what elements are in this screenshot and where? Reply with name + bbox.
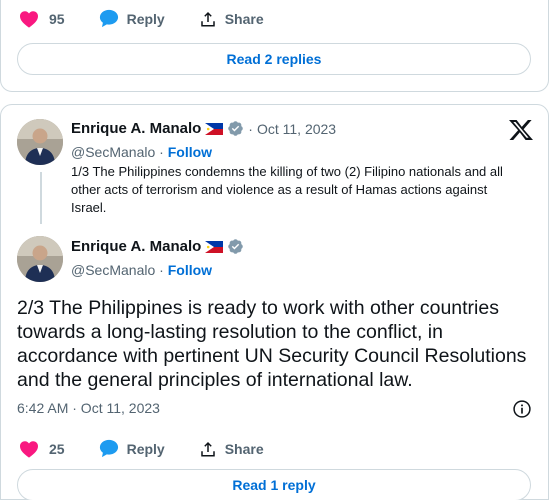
heart-icon xyxy=(20,10,38,28)
previous-tweet-actions: 95 Reply Share xyxy=(19,9,298,28)
like-button[interactable]: 95 xyxy=(19,10,65,28)
verified-badge-icon xyxy=(228,121,244,136)
main-author-row: Enrique A. Manalo xyxy=(71,238,244,255)
follow-button[interactable]: Follow xyxy=(168,262,212,278)
follow-button[interactable]: Follow xyxy=(168,144,212,160)
share-button[interactable]: Share xyxy=(199,10,264,28)
author-name[interactable]: Enrique A. Manalo xyxy=(71,238,201,255)
avatar-photo xyxy=(17,119,63,165)
author-handle[interactable]: @SecManalo xyxy=(71,144,155,160)
tweet-text: 2/3 The Philippines is ready to work wit… xyxy=(17,297,527,391)
avatar[interactable] xyxy=(17,119,63,165)
previous-tweet-card: 95 Reply Share Read 2 replies xyxy=(0,0,549,92)
verified-badge-icon xyxy=(228,239,244,254)
reply-button[interactable]: Reply xyxy=(99,9,165,28)
reply-label: Reply xyxy=(126,10,165,27)
author-handle[interactable]: @SecManalo xyxy=(71,262,155,278)
avatar[interactable] xyxy=(17,236,63,282)
heart-icon xyxy=(20,440,38,458)
philippines-flag-icon xyxy=(205,240,224,253)
author-name[interactable]: Enrique A. Manalo xyxy=(71,120,201,137)
reply-label: Reply xyxy=(126,440,165,457)
quoted-tweet-text: 1/3 The Philippines condemns the killing… xyxy=(71,164,503,215)
avatar-photo xyxy=(17,236,63,282)
quoted-author-row: Enrique A. Manalo · Oct 11, 2023 xyxy=(71,120,336,137)
share-upload-icon xyxy=(200,441,215,456)
separator-dot: · xyxy=(159,144,164,160)
quoted-handle-row: @SecManalo · Follow xyxy=(71,144,212,160)
separator-dot: · xyxy=(248,120,253,137)
speech-bubble-icon xyxy=(99,439,118,458)
like-count: 25 xyxy=(49,440,65,457)
main-handle-row: @SecManalo · Follow xyxy=(71,262,212,278)
separator-dot: · xyxy=(159,262,164,278)
tweet-card: Enrique A. Manalo · Oct 11, 2023 @SecMan… xyxy=(0,104,549,500)
x-logo-icon[interactable] xyxy=(509,119,533,141)
tweet-date[interactable]: Oct 11, 2023 xyxy=(257,121,336,137)
read-replies-button[interactable]: Read 2 replies xyxy=(17,43,531,75)
tweet-timestamp[interactable]: 6:42 AM · Oct 11, 2023 xyxy=(17,400,160,416)
share-upload-icon xyxy=(200,11,215,26)
share-label: Share xyxy=(224,10,264,27)
share-button[interactable]: Share xyxy=(199,440,264,458)
speech-bubble-icon xyxy=(99,9,118,28)
thread-connector xyxy=(40,172,42,224)
philippines-flag-icon xyxy=(205,122,224,135)
like-count: 95 xyxy=(49,10,65,27)
read-replies-button[interactable]: Read 1 reply xyxy=(17,469,531,500)
tweet-actions: 25 Reply Share xyxy=(19,439,298,458)
info-icon[interactable] xyxy=(512,399,532,419)
share-label: Share xyxy=(224,440,264,457)
reply-button[interactable]: Reply xyxy=(99,439,165,458)
like-button[interactable]: 25 xyxy=(19,440,65,458)
